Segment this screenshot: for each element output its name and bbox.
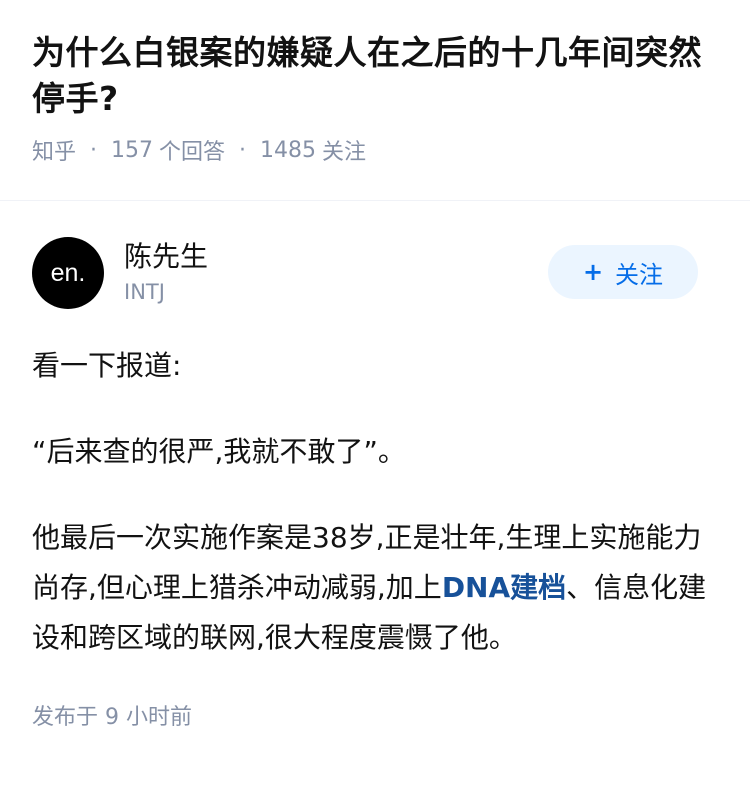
answer-card: en. 陈先生 INTJ + 关注 看一下报道: “后来查的很严,我就不敢了”。… — [0, 235, 750, 731]
avatar[interactable]: en. — [32, 237, 104, 309]
author-info: 陈先生 INTJ — [124, 239, 208, 307]
question-header: 为什么白银案的嫌疑人在之后的十几年间突然停手? 知乎 · 157 个回答 · 1… — [0, 0, 750, 170]
answer-paragraph: 看一下报道: — [32, 349, 182, 382]
follower-count: 1485 — [260, 137, 317, 163]
author-name[interactable]: 陈先生 — [124, 239, 208, 275]
question-meta: 知乎 · 157 个回答 · 1485 关注 — [32, 134, 718, 166]
publish-time-value: 9 小时前 — [105, 705, 193, 730]
publish-label: 发布于 — [32, 705, 99, 730]
meta-separator: · — [90, 137, 98, 163]
source-label[interactable]: 知乎 — [32, 134, 76, 166]
dna-link[interactable]: DNA建档 — [442, 571, 566, 604]
answer-count-label: 个回答 — [159, 140, 226, 165]
answer-body: 看一下报道: “后来查的很严,我就不敢了”。 他最后一次实施作案是38岁,正是壮… — [32, 341, 718, 663]
section-divider — [0, 200, 750, 201]
author-bio: INTJ — [124, 280, 165, 304]
question-title[interactable]: 为什么白银案的嫌疑人在之后的十几年间突然停手? — [32, 30, 718, 122]
answer-count: 157 — [111, 137, 154, 163]
answer-paragraph: “后来查的很严,我就不敢了”。 — [32, 435, 406, 468]
follow-button[interactable]: + 关注 — [548, 245, 698, 299]
answer-paragraph: 他最后一次实施作案是38岁,正是壮年,生理上实施能力尚存,但心理上猎杀冲动减弱,… — [32, 513, 718, 663]
follow-button-label: 关注 — [615, 260, 664, 289]
follower-count-label: 关注 — [322, 140, 367, 165]
meta-separator: · — [239, 137, 247, 163]
author-row: en. 陈先生 INTJ + 关注 — [32, 235, 718, 311]
plus-icon: + — [582, 258, 604, 286]
publish-time: 发布于 9 小时前 — [32, 699, 718, 731]
